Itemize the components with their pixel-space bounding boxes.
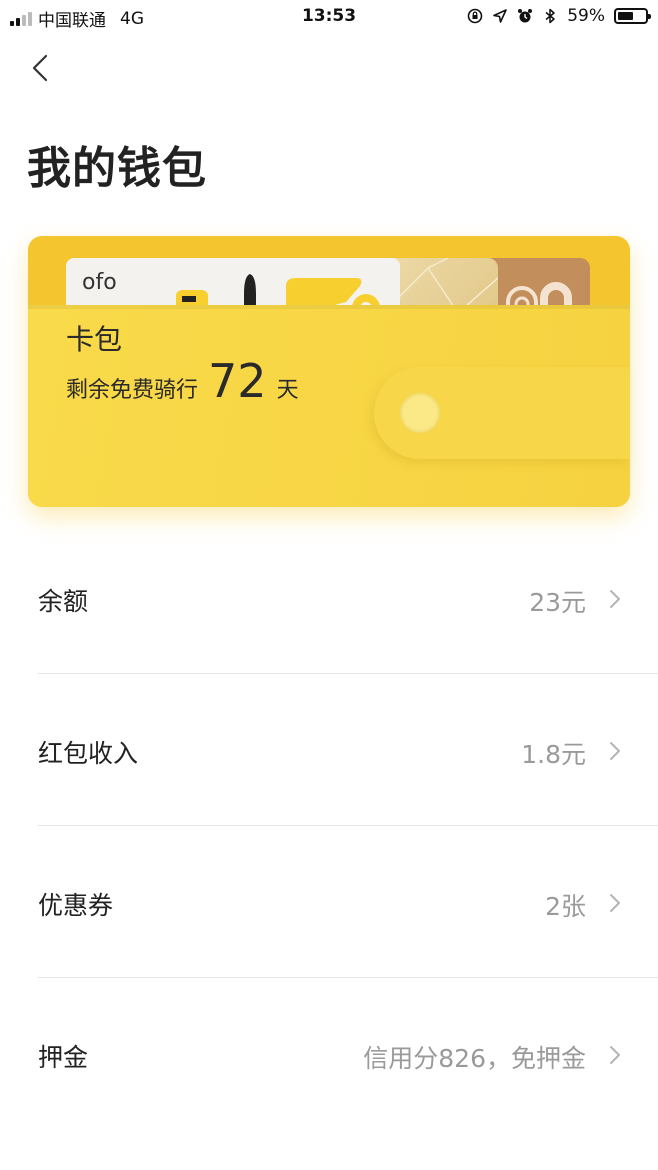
bluetooth-icon bbox=[542, 8, 558, 24]
row-value: 1.8元 bbox=[521, 740, 586, 769]
chevron-left-icon bbox=[32, 54, 48, 82]
alarm-icon bbox=[517, 8, 533, 24]
rotation-lock-icon bbox=[467, 8, 483, 24]
coupon-row[interactable]: 优惠券 2张 bbox=[0, 826, 658, 978]
wallet-page: 中国联通 4G 13:53 59% 我的钱包 ofo 卡包 剩余免费骑行 72 … bbox=[0, 0, 658, 1170]
wallet-strap bbox=[374, 367, 630, 459]
location-icon bbox=[492, 8, 508, 24]
card-wallet-label: 卡包 bbox=[66, 323, 123, 356]
chevron-right-icon bbox=[610, 894, 620, 912]
back-button[interactable] bbox=[24, 48, 60, 88]
wallet-list: 余额 23元 红包收入 1.8元 优惠券 2张 押金 信用分826，免押金 bbox=[0, 522, 658, 1130]
free-ride-days: 72 bbox=[208, 354, 267, 408]
battery-icon bbox=[614, 8, 651, 24]
row-value: 2张 bbox=[545, 892, 586, 921]
row-label: 红包收入 bbox=[38, 739, 139, 768]
free-ride-suffix: 天 bbox=[276, 378, 299, 403]
row-label: 优惠券 bbox=[38, 891, 114, 920]
ofo-logo: ofo bbox=[82, 270, 117, 295]
chevron-right-icon bbox=[610, 1046, 620, 1064]
page-title: 我的钱包 bbox=[27, 143, 207, 194]
balance-row[interactable]: 余额 23元 bbox=[0, 522, 658, 674]
status-right: 59% bbox=[467, 6, 651, 26]
row-value: 23元 bbox=[529, 588, 586, 617]
deposit-row[interactable]: 押金 信用分826，免押金 bbox=[0, 978, 658, 1130]
free-ride-prefix: 剩余免费骑行 bbox=[66, 378, 199, 403]
row-label: 余额 bbox=[38, 587, 89, 616]
red-packet-row[interactable]: 红包收入 1.8元 bbox=[0, 674, 658, 826]
chevron-right-icon bbox=[610, 742, 620, 760]
row-label: 押金 bbox=[38, 1043, 89, 1072]
battery-percent: 59% bbox=[567, 6, 605, 26]
strap-button-icon bbox=[400, 393, 440, 433]
row-value: 信用分826，免押金 bbox=[363, 1044, 586, 1073]
chevron-right-icon bbox=[610, 590, 620, 608]
status-bar: 中国联通 4G 13:53 59% bbox=[0, 0, 658, 34]
free-ride-info: 剩余免费骑行 72 天 bbox=[66, 358, 299, 404]
card-wallet[interactable]: ofo 卡包 剩余免费骑行 72 天 bbox=[28, 236, 630, 507]
